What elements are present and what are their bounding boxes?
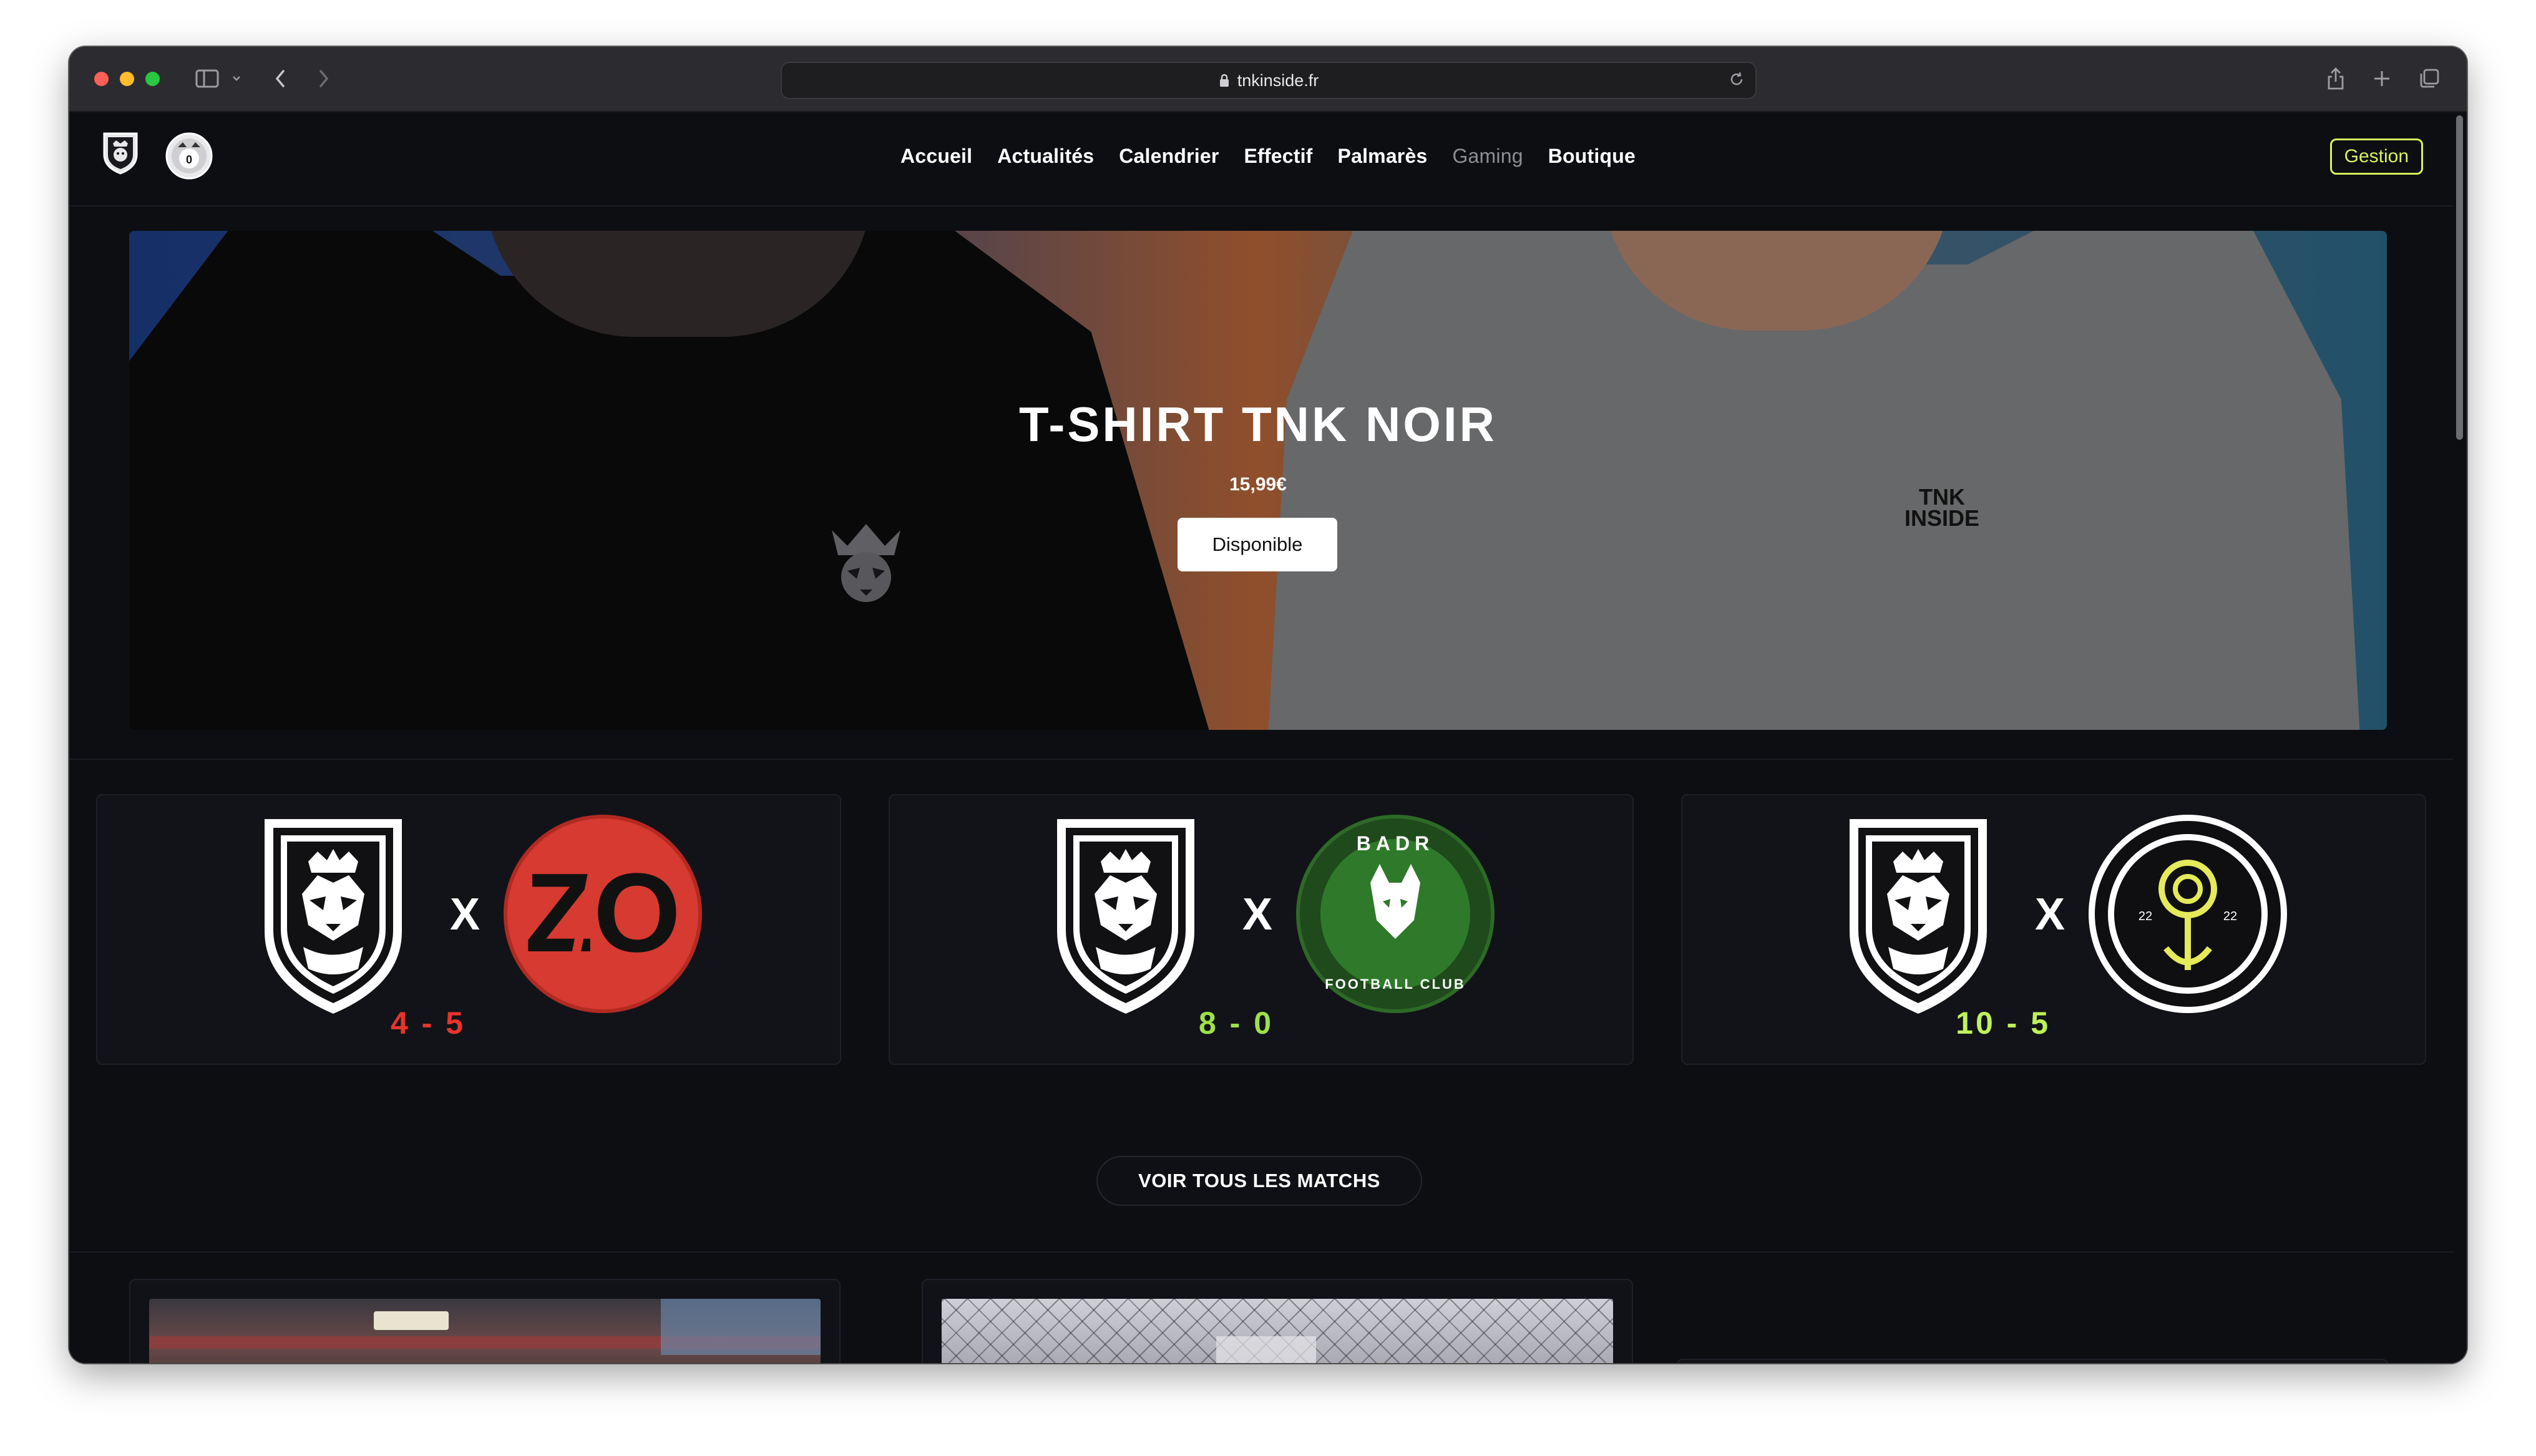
news-card[interactable] — [1677, 1359, 2388, 1363]
raccoon-crown-icon — [813, 512, 919, 614]
new-tab-icon[interactable] — [2371, 64, 2393, 93]
nav-link-gaming[interactable]: Gaming — [1452, 145, 1523, 168]
maximize-window-button[interactable] — [145, 72, 160, 86]
nav-link-accueil[interactable]: Accueil — [900, 145, 972, 168]
club-crest-logo — [1843, 813, 1993, 1022]
news-card[interactable] — [922, 1279, 1633, 1363]
badr-logo-subtext: FOOTBALL CLUB — [1325, 976, 1466, 992]
address-bar[interactable]: tnkinside.fr — [781, 62, 1757, 99]
nav-link-palmares[interactable]: Palmarès — [1338, 145, 1428, 168]
match-card[interactable]: X ZO 4 - 5 — [96, 794, 841, 1065]
match-card[interactable]: X 22 22 10 - 5 — [1681, 794, 2426, 1065]
anchor-knot-logo: 22 22 — [2088, 814, 2288, 1017]
close-window-button[interactable] — [94, 72, 109, 86]
anchor-logo-number-right: 22 — [2223, 910, 2237, 923]
zo-logo-text: ZO — [525, 850, 681, 976]
news-image — [942, 1299, 1613, 1363]
share-icon[interactable] — [2324, 64, 2347, 93]
versus-x: X — [450, 890, 480, 939]
hero-banner[interactable]: TNK INSIDE T-SHIRT TNK NOIR 15,99€ Dispon… — [129, 231, 2387, 730]
reload-icon[interactable] — [1728, 70, 1745, 92]
chevron-down-icon[interactable] — [229, 64, 244, 93]
hero-title: T-SHIRT TNK NOIR — [1019, 397, 1497, 452]
website: 0 Accueil Actualités Calendrier Effectif… — [69, 112, 2467, 1363]
forward-arrow-icon[interactable] — [313, 64, 335, 93]
zo-red-logo: ZO — [503, 814, 703, 1017]
divider — [69, 1251, 2467, 1253]
nav-link-boutique[interactable]: Boutique — [1548, 145, 1636, 168]
badr-fc-logo: BADR FOOTBALL CLUB — [1295, 814, 1495, 1017]
club-crest-logo — [1051, 813, 1201, 1022]
minimize-window-button[interactable] — [120, 72, 134, 86]
sidebar-toggle-icon[interactable] — [192, 64, 223, 93]
versus-x: X — [1242, 890, 1273, 939]
nav-link-effectif[interactable]: Effectif — [1244, 145, 1312, 168]
divider — [69, 759, 2467, 760]
nav-link-calendrier[interactable]: Calendrier — [1119, 145, 1219, 168]
badr-logo-text: BADR — [1357, 832, 1434, 855]
match-score: 4 - 5 — [390, 1006, 466, 1041]
versus-x: X — [2035, 890, 2065, 939]
club-crest-logo — [258, 813, 408, 1022]
scrollbar-thumb[interactable] — [2456, 115, 2463, 440]
nav-link-actualites[interactable]: Actualités — [997, 145, 1094, 168]
browser-toolbar: tnkinside.fr — [69, 47, 2467, 112]
lock-icon — [1219, 74, 1230, 87]
browser-window: tnkinside.fr 0 Accueil Actualités Calend… — [69, 47, 2467, 1363]
url-text: tnkinside.fr — [1237, 70, 1319, 90]
gestion-button[interactable]: Gestion — [2329, 138, 2423, 175]
site-header: 0 Accueil Actualités Calendrier Effectif… — [69, 112, 2467, 206]
hero-price: 15,99€ — [1229, 474, 1287, 495]
view-all-matches-button[interactable]: VOIR TOUS LES MATCHS — [1096, 1156, 1422, 1206]
news-image — [149, 1299, 821, 1363]
anchor-logo-number-left: 22 — [2139, 910, 2152, 923]
match-score: 10 - 5 — [1956, 1006, 2051, 1041]
tab-overview-icon[interactable] — [2417, 64, 2442, 93]
match-card[interactable]: X BADR FOOTBALL CLUB 8 - 0 — [889, 794, 1634, 1065]
disponible-button[interactable]: Disponible — [1178, 518, 1337, 571]
news-card[interactable] — [129, 1279, 841, 1363]
back-arrow-icon[interactable] — [269, 64, 291, 93]
match-score: 8 - 0 — [1198, 1006, 1274, 1041]
main-menu: Accueil Actualités Calendrier Effectif P… — [69, 145, 2467, 168]
